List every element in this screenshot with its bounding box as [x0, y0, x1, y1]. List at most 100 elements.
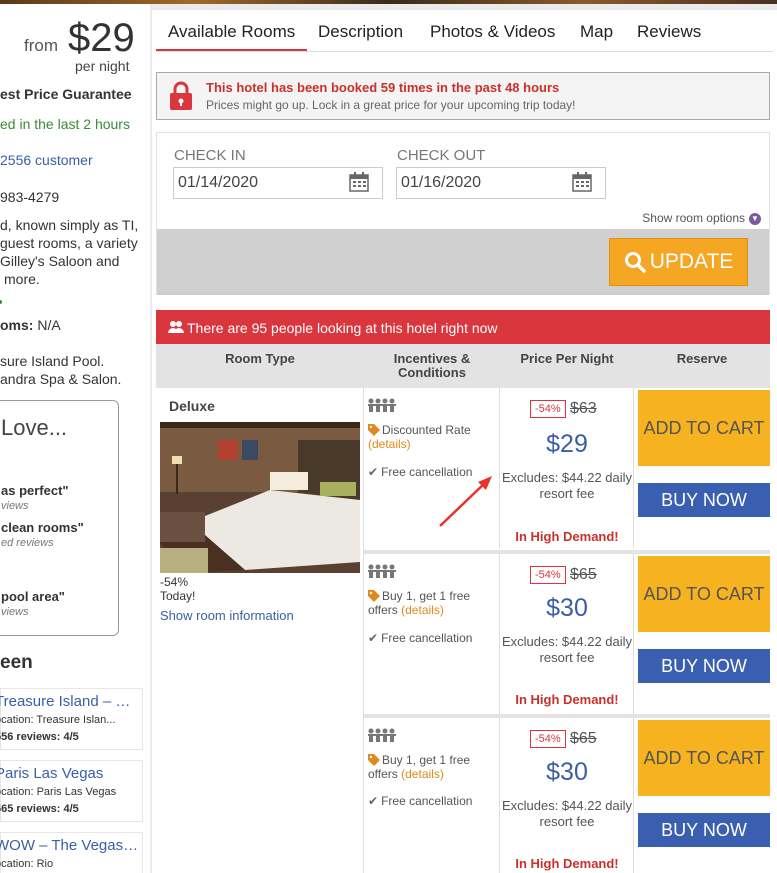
- seen-hotel-reviews: 556 reviews: 4/5: [0, 731, 79, 743]
- love-sub: ed reviews: [1, 537, 54, 549]
- seen-hotel-card[interactable]: WOW – The Vegas… ocation: Rio: [0, 832, 143, 873]
- update-button[interactable]: UPDATE: [609, 238, 748, 286]
- room-today-label: Today!: [160, 589, 196, 603]
- offer-row: Buy 1, get 1 free offers (details) ✔ Free…: [364, 718, 770, 873]
- tab-description[interactable]: Description: [318, 22, 403, 42]
- checkout-label: CHECK OUT: [397, 147, 486, 164]
- hotel-description-line: d, known simply as TI,: [0, 217, 139, 233]
- seen-hotel-name[interactable]: WOW – The Vegas…: [0, 837, 140, 854]
- offer-row: Discounted Rate (details) ✔ Free cancellat…: [364, 388, 770, 548]
- guests-love-box: Love... as perfect" views clean rooms" e…: [0, 400, 119, 636]
- buy-now-button[interactable]: BUY NOW: [638, 483, 770, 517]
- date-picker-panel: CHECK IN CHECK OUT Show room options ▼ UP…: [156, 132, 770, 295]
- free-cancellation: ✔ Free cancellation: [368, 631, 472, 645]
- amenity-line: sure Island Pool.: [0, 353, 105, 369]
- update-label: UPDATE: [649, 250, 734, 273]
- old-price: $65: [570, 566, 597, 583]
- room-photo[interactable]: [160, 422, 360, 573]
- header-reserve: Reserve: [676, 351, 728, 366]
- price-guarantee: est Price Guarantee: [0, 86, 132, 102]
- high-demand-label: In High Demand!: [515, 692, 619, 707]
- free-cancellation-label: Free cancellation: [381, 631, 473, 645]
- room-type-name: Deluxe: [169, 398, 215, 414]
- price-from-label: from: [24, 36, 58, 55]
- rooms-table-header: Room Type Incentives & Conditions Price …: [156, 344, 770, 388]
- seen-hotel-location: ocation: Treasure Islan...: [0, 714, 116, 726]
- reserve-cell: ADD TO CART BUY NOW: [634, 388, 770, 548]
- hotel-description-line: Gilley's Saloon and: [0, 253, 120, 269]
- chevron-down-icon[interactable]: ▼: [749, 212, 761, 225]
- recently-seen-title: een: [0, 652, 33, 673]
- price-cell: -54% $65 $30 Excludes: $44.22 daily reso…: [500, 718, 634, 873]
- reserve-cell: ADD TO CART BUY NOW: [634, 554, 770, 714]
- add-to-cart-button[interactable]: ADD TO CART: [638, 556, 770, 632]
- incentive-text: Buy 1, get 1 free offers (details): [368, 589, 498, 617]
- lock-icon: [170, 81, 192, 110]
- love-sub: views: [1, 606, 29, 618]
- occupancy-icon: [368, 564, 396, 578]
- details-link[interactable]: (details): [368, 437, 411, 451]
- green-dot-icon: [0, 300, 2, 304]
- hotel-sidebar: from $29 per night est Price Guarantee e…: [0, 4, 150, 873]
- reserve-cell: ADD TO CART BUY NOW: [634, 718, 770, 873]
- annotation-arrow: [439, 476, 492, 527]
- add-to-cart-button[interactable]: ADD TO CART: [638, 720, 770, 796]
- discount-badge: -54%: [530, 566, 566, 584]
- price-cell: -54% $63 $29 Excludes: $44.22 daily reso…: [500, 388, 634, 548]
- incentive-text: Discounted Rate (details): [368, 423, 498, 451]
- rooms-count: oms: N/A: [0, 316, 61, 334]
- excludes-fee: Excludes: $44.22 daily resort fee: [501, 798, 633, 829]
- rooms-label: oms:: [0, 317, 34, 333]
- tab-available-rooms[interactable]: Available Rooms: [168, 22, 295, 42]
- free-cancellation: ✔ Free cancellation: [368, 794, 472, 808]
- free-cancellation-label: Free cancellation: [381, 794, 473, 808]
- active-tab-underline: [156, 49, 307, 51]
- booked-recently: ed in the last 2 hours: [0, 116, 130, 132]
- incentives-cell: Buy 1, get 1 free offers (details) ✔ Free…: [364, 554, 500, 714]
- new-price: $30: [546, 758, 588, 786]
- room-type-cell: Deluxe -54% Today! Show room information: [156, 388, 364, 873]
- old-price: $65: [570, 730, 597, 747]
- calendar-icon[interactable]: [349, 172, 369, 192]
- seen-hotel-card[interactable]: Paris Las Vegas ocation: Paris Las Vegas…: [0, 760, 143, 822]
- details-link[interactable]: (details): [401, 767, 444, 781]
- discount-badge: -54%: [530, 400, 566, 418]
- search-icon: [624, 252, 646, 274]
- tab-photos-videos[interactable]: Photos & Videos: [430, 22, 555, 42]
- calendar-icon[interactable]: [572, 172, 592, 192]
- buy-now-button[interactable]: BUY NOW: [638, 813, 770, 847]
- love-title: Love...: [1, 415, 68, 440]
- seen-hotel-reviews: 665 reviews: 4/5: [0, 803, 79, 815]
- check-icon: ✔: [368, 794, 379, 808]
- tab-reviews[interactable]: Reviews: [637, 22, 701, 42]
- checkin-label: CHECK IN: [174, 147, 246, 164]
- main-panel: Available Rooms Description Photos & Vid…: [152, 10, 777, 873]
- seen-hotel-name[interactable]: Paris Las Vegas: [0, 765, 140, 782]
- header-room-type: Room Type: [225, 351, 295, 366]
- check-icon: ✔: [368, 465, 379, 479]
- room-options-label[interactable]: Show room options: [642, 211, 745, 225]
- hotel-description-line: guest rooms, a variety: [0, 235, 138, 251]
- discount-badge: -54%: [530, 730, 566, 748]
- price-cell: -54% $65 $30 Excludes: $44.22 daily reso…: [500, 554, 634, 714]
- customer-reviews-link[interactable]: 2556 customer: [0, 152, 93, 168]
- tab-bar: Available Rooms Description Photos & Vid…: [156, 10, 773, 52]
- show-room-options-link[interactable]: Show room options ▼: [642, 211, 761, 225]
- seen-hotel-card[interactable]: Treasure Island – … ocation: Treasure Is…: [0, 688, 143, 750]
- sidebar-price: $29: [68, 16, 135, 60]
- new-price: $29: [546, 430, 588, 458]
- tab-map[interactable]: Map: [580, 22, 613, 42]
- add-to-cart-button[interactable]: ADD TO CART: [638, 390, 770, 466]
- high-demand-label: In High Demand!: [515, 529, 619, 544]
- occupancy-icon: [368, 398, 396, 412]
- users-icon: [168, 321, 184, 333]
- high-demand-label: In High Demand!: [515, 856, 619, 871]
- incentive-label: Discounted Rate: [382, 423, 471, 437]
- incentives-cell: Buy 1, get 1 free offers (details) ✔ Free…: [364, 718, 500, 873]
- show-room-info-link[interactable]: Show room information: [160, 608, 294, 623]
- buy-now-button[interactable]: BUY NOW: [638, 649, 770, 683]
- excludes-fee: Excludes: $44.22 daily resort fee: [501, 470, 633, 501]
- offer-row: Buy 1, get 1 free offers (details) ✔ Free…: [364, 554, 770, 714]
- seen-hotel-name[interactable]: Treasure Island – …: [0, 693, 140, 710]
- details-link[interactable]: (details): [401, 603, 444, 617]
